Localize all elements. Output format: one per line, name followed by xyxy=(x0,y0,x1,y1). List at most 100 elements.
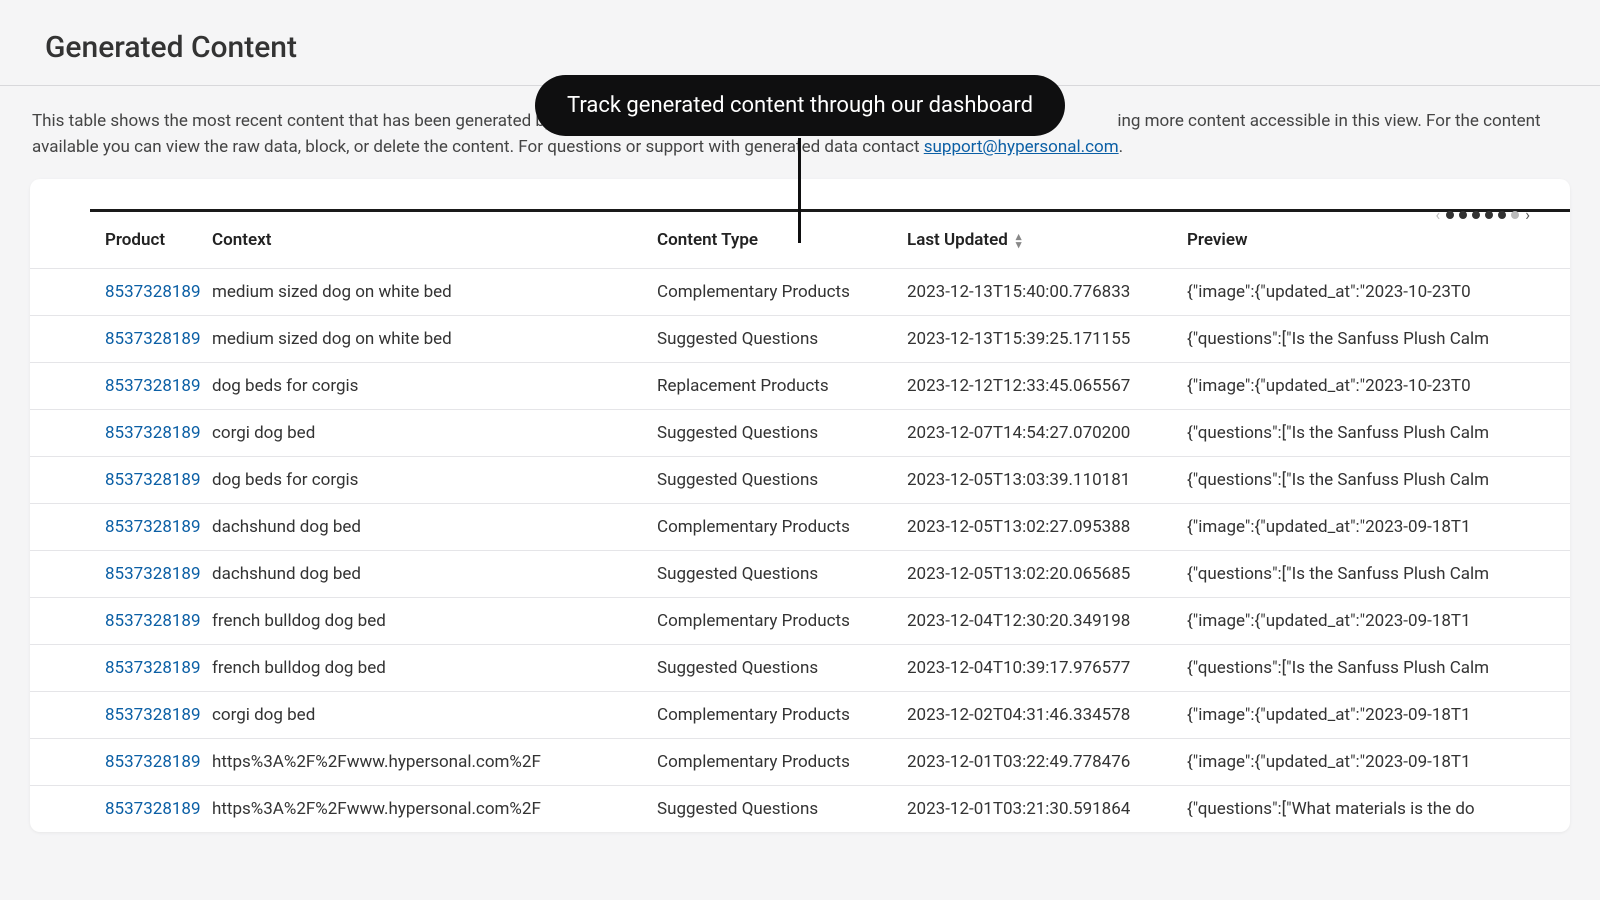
table-row: 8537328189733https%3A%2F%2Fwww.hypersona… xyxy=(30,785,1570,832)
page-title: Generated Content xyxy=(45,30,1555,65)
pagination-dot[interactable] xyxy=(1446,211,1454,219)
cell-context: https%3A%2F%2Fwww.hypersonal.com%2F xyxy=(200,785,645,832)
page-root: Generated Content This table shows the m… xyxy=(0,0,1600,832)
cell-context: french bulldog dog bed xyxy=(200,644,645,691)
cell-preview: {"image":{"updated_at":"2023-09-18T1 xyxy=(1175,503,1570,550)
pagination-dot[interactable] xyxy=(1485,211,1493,219)
cell-product: 8537328189733 xyxy=(30,597,200,644)
pagination-dot[interactable] xyxy=(1498,211,1506,219)
table-row: 8537328189733dachshund dog bedSuggested … xyxy=(30,550,1570,597)
cell-product: 8537328189733 xyxy=(30,315,200,362)
table-row: 8537328189733french bulldog dog bedCompl… xyxy=(30,597,1570,644)
cell-product: 8537328189733 xyxy=(30,550,200,597)
cell-context: https%3A%2F%2Fwww.hypersonal.com%2F xyxy=(200,738,645,785)
cell-preview: {"questions":["Is the Sanfuss Plush Calm xyxy=(1175,550,1570,597)
cell-preview: {"questions":["Is the Sanfuss Plush Calm xyxy=(1175,644,1570,691)
cell-preview: {"questions":["Is the Sanfuss Plush Calm xyxy=(1175,456,1570,503)
pagination-dot[interactable] xyxy=(1459,211,1467,219)
cell-preview: {"questions":["What materials is the do xyxy=(1175,785,1570,832)
cell-last-updated: 2023-12-01T03:22:49.778476 xyxy=(895,738,1175,785)
pagination-next-icon[interactable]: › xyxy=(1525,207,1530,223)
cell-last-updated: 2023-12-05T13:02:27.095388 xyxy=(895,503,1175,550)
cell-product: 8537328189733 xyxy=(30,785,200,832)
cell-content-type: Complementary Products xyxy=(645,597,895,644)
table-row: 8537328189733corgi dog bedSuggested Ques… xyxy=(30,409,1570,456)
table-row: 8537328189733dog beds for corgisSuggeste… xyxy=(30,456,1570,503)
cell-preview: {"questions":["Is the Sanfuss Plush Calm xyxy=(1175,315,1570,362)
col-header-product[interactable]: Product xyxy=(30,212,200,269)
product-link[interactable]: 8537328189733 xyxy=(105,423,200,443)
product-link[interactable]: 8537328189733 xyxy=(105,752,200,772)
cell-context: french bulldog dog bed xyxy=(200,597,645,644)
description-prefix: This table shows the most recent content… xyxy=(32,111,577,131)
cell-last-updated: 2023-12-01T03:21:30.591864 xyxy=(895,785,1175,832)
table-row: 8537328189733https%3A%2F%2Fwww.hypersona… xyxy=(30,738,1570,785)
tooltip-pointer xyxy=(798,138,801,243)
cell-content-type: Suggested Questions xyxy=(645,315,895,362)
table-body: 8537328189733medium sized dog on white b… xyxy=(30,268,1570,832)
product-link[interactable]: 8537328189733 xyxy=(105,658,200,678)
col-header-preview-label: Preview xyxy=(1187,230,1248,250)
cell-content-type: Complementary Products xyxy=(645,738,895,785)
content-card: ‹ › Product Context Content Type Last Up… xyxy=(30,179,1570,832)
product-link[interactable]: 8537328189733 xyxy=(105,705,200,725)
description-suffix: . xyxy=(1119,137,1123,157)
cell-product: 8537328189733 xyxy=(30,268,200,315)
cell-content-type: Suggested Questions xyxy=(645,409,895,456)
table-row: 8537328189733corgi dog bedComplementary … xyxy=(30,691,1570,738)
cell-context: corgi dog bed xyxy=(200,691,645,738)
product-link[interactable]: 8537328189733 xyxy=(105,799,200,819)
col-header-context-label: Context xyxy=(212,230,271,250)
product-link[interactable]: 8537328189733 xyxy=(105,517,200,537)
cell-product: 8537328189733 xyxy=(30,738,200,785)
table-row: 8537328189733medium sized dog on white b… xyxy=(30,268,1570,315)
col-header-last-updated-label: Last Updated xyxy=(907,230,1008,250)
pagination-dot[interactable] xyxy=(1511,211,1519,219)
cell-content-type: Replacement Products xyxy=(645,362,895,409)
sort-icon xyxy=(1016,231,1022,250)
cell-product: 8537328189733 xyxy=(30,362,200,409)
cell-preview: {"questions":["Is the Sanfuss Plush Calm xyxy=(1175,409,1570,456)
card-inner: ‹ › Product Context Content Type Last Up… xyxy=(30,179,1570,832)
table-row: 8537328189733french bulldog dog bedSugge… xyxy=(30,644,1570,691)
product-link[interactable]: 8537328189733 xyxy=(105,564,200,584)
product-link[interactable]: 8537328189733 xyxy=(105,376,200,396)
cell-context: dachshund dog bed xyxy=(200,503,645,550)
cell-context: dog beds for corgis xyxy=(200,362,645,409)
cell-context: medium sized dog on white bed xyxy=(200,268,645,315)
product-link[interactable]: 8537328189733 xyxy=(105,282,200,302)
cell-last-updated: 2023-12-04T10:39:17.976577 xyxy=(895,644,1175,691)
cell-preview: {"image":{"updated_at":"2023-10-23T0 xyxy=(1175,362,1570,409)
cell-context: dog beds for corgis xyxy=(200,456,645,503)
col-header-context[interactable]: Context xyxy=(200,212,645,269)
generated-content-table: Product Context Content Type Last Update… xyxy=(30,212,1570,832)
col-header-last-updated[interactable]: Last Updated xyxy=(895,212,1175,269)
col-header-content-type-label: Content Type xyxy=(657,230,758,250)
tooltip-text: Track generated content through our dash… xyxy=(567,93,1033,118)
table-row: 8537328189733medium sized dog on white b… xyxy=(30,315,1570,362)
onboarding-tooltip: Track generated content through our dash… xyxy=(535,75,1065,136)
cell-preview: {"image":{"updated_at":"2023-09-18T1 xyxy=(1175,738,1570,785)
pagination-dot[interactable] xyxy=(1472,211,1480,219)
product-link[interactable]: 8537328189733 xyxy=(105,611,200,631)
cell-last-updated: 2023-12-05T13:03:39.110181 xyxy=(895,456,1175,503)
cell-preview: {"image":{"updated_at":"2023-09-18T1 xyxy=(1175,691,1570,738)
col-header-content-type[interactable]: Content Type xyxy=(645,212,895,269)
pagination-prev-icon[interactable]: ‹ xyxy=(1435,207,1440,223)
cell-content-type: Suggested Questions xyxy=(645,644,895,691)
cell-product: 8537328189733 xyxy=(30,691,200,738)
cell-product: 8537328189733 xyxy=(30,503,200,550)
cell-last-updated: 2023-12-04T12:30:20.349198 xyxy=(895,597,1175,644)
cell-context: medium sized dog on white bed xyxy=(200,315,645,362)
cell-content-type: Suggested Questions xyxy=(645,785,895,832)
pagination-dots xyxy=(1446,211,1519,219)
product-link[interactable]: 8537328189733 xyxy=(105,470,200,490)
cell-last-updated: 2023-12-05T13:02:20.065685 xyxy=(895,550,1175,597)
table-row: 8537328189733dachshund dog bedComplement… xyxy=(30,503,1570,550)
cell-context: dachshund dog bed xyxy=(200,550,645,597)
product-link[interactable]: 8537328189733 xyxy=(105,329,200,349)
support-email-link[interactable]: support@hypersonal.com xyxy=(924,137,1119,157)
cell-last-updated: 2023-12-12T12:33:45.065567 xyxy=(895,362,1175,409)
cell-last-updated: 2023-12-13T15:40:00.776833 xyxy=(895,268,1175,315)
col-header-product-label: Product xyxy=(105,230,165,250)
